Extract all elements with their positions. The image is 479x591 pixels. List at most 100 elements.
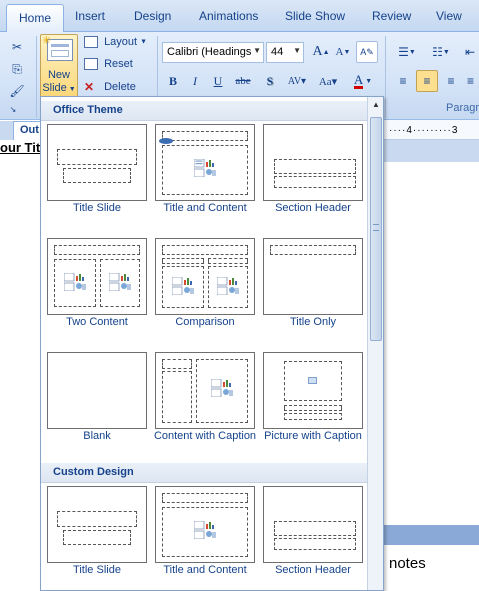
shrink-font-icon[interactable]: A ▼ [332,41,354,63]
new-slide-button[interactable]: ✳ New Slide ▼ [40,34,78,98]
format-painter-icon[interactable]: 🖌 [6,80,28,102]
reset-icon [84,58,98,71]
outline-title-text: our Tit [0,140,41,155]
layout-label: Layout [104,36,138,49]
layout-label: Title Only [289,316,337,328]
delete-label: Delete [104,81,136,93]
layout-section-header[interactable]: Section Header [263,124,363,222]
italic-icon[interactable]: I [185,70,205,92]
content-icons-icon [194,159,216,177]
align-right-icon[interactable]: ≡ [440,70,462,92]
layout-comparison[interactable]: Comparison [155,238,255,336]
underline-icon[interactable]: U [208,70,228,92]
layout-gallery-dropdown: Office Theme Title Slide Title and Conte… [40,96,384,591]
layout-thumbnail [155,486,255,563]
chevron-down-icon: ▼ [253,46,261,55]
content-icons-icon [194,521,216,539]
tab-review[interactable]: Review [372,9,411,23]
justify-icon[interactable]: ≡ [462,70,479,92]
layout-label: Comparison [175,316,235,328]
font-name-value: Calibri (Headings [167,46,252,58]
layout-custom-title-slide[interactable]: Title Slide [47,486,147,584]
align-center-icon[interactable]: ≡ [416,70,438,92]
layout-thumbnail [263,238,363,315]
layout-content-with-caption[interactable]: Content with Caption [154,352,256,450]
notes-splitter[interactable] [383,525,479,545]
layout-two-content[interactable]: Two Content [47,238,147,336]
character-spacing-icon[interactable]: AV▾ [283,70,311,92]
bullets-icon[interactable]: ☰ ▼ [392,41,422,63]
chevron-down-icon: ▼ [140,38,148,46]
placeholder-marker-icon [159,138,173,144]
layout-custom-section-header[interactable]: Section Header [263,486,363,584]
notes-pane[interactable]: notes [383,545,479,591]
layout-thumbnail [47,238,147,315]
section-header-custom-design: Custom Design [41,463,367,483]
font-color-icon[interactable]: A ▼ [348,70,378,92]
clear-formatting-icon[interactable]: A✎ [356,41,378,63]
text-shadow-icon[interactable]: S [260,70,280,92]
layout-thumbnail [263,352,363,429]
grip-icon [373,224,379,231]
scrollbar-thumb[interactable] [370,117,382,341]
outline-pane[interactable] [0,121,44,591]
tab-insert[interactable]: Insert [75,9,105,23]
paragraph-group-label: Paragr [446,102,479,114]
numbering-icon[interactable]: ☷ ▼ [426,41,456,63]
copy-icon[interactable]: ⎘ [6,58,28,80]
tab-design[interactable]: Design [134,9,171,23]
reset-label: Reset [104,58,133,71]
layout-label: Blank [83,430,111,442]
layout-thumbnail [47,124,147,201]
grow-font-icon[interactable]: A ▲ [310,41,332,63]
scroll-up-arrow-icon[interactable]: ▲ [368,97,383,113]
layout-blank[interactable]: Blank [47,352,147,450]
layout-label: Picture with Caption [264,430,362,442]
new-slide-icon: ✳ [42,35,73,61]
layout-title-and-content[interactable]: Title and Content [155,124,255,222]
decrease-indent-icon[interactable]: ⇤ [461,41,479,63]
layout-thumbnail [155,124,255,201]
content-icons-icon [109,273,131,291]
gallery-scrollbar[interactable]: ▲ [367,97,383,590]
layout-picture-with-caption[interactable]: Picture with Caption [263,352,363,450]
cut-icon[interactable]: ✂ [6,36,28,58]
content-icons-icon [172,277,194,295]
layout-label: Content with Caption [153,430,257,442]
tab-slide-show[interactable]: Slide Show [285,9,345,23]
section-header-office-theme: Office Theme [41,101,367,121]
new-slide-label: New [47,69,70,81]
reset-button[interactable]: Reset [84,58,150,76]
notes-text: notes [389,555,426,572]
tab-animations[interactable]: Animations [199,9,258,23]
strikethrough-icon[interactable]: abe [233,70,253,92]
layout-label: Section Header [275,202,351,214]
font-name-combo[interactable]: Calibri (Headings ▼ [162,42,264,63]
font-size-value: 44 [271,46,284,58]
layout-thumbnail [47,486,147,563]
layout-label: Title and Content [163,564,247,576]
clipboard-launcher-icon[interactable]: ↘ [6,102,20,116]
layout-label: Title Slide [73,564,121,576]
picture-icon [308,377,317,384]
layout-label: Two Content [66,316,128,328]
content-icons-icon [64,273,86,291]
layout-title-only[interactable]: Title Only [263,238,363,336]
layout-custom-title-and-content[interactable]: Title and Content [155,486,255,584]
layout-icon [84,36,98,49]
font-size-combo[interactable]: 44 ▼ [266,42,304,63]
tab-home[interactable]: Home [6,4,65,33]
layout-title-slide[interactable]: Title Slide [47,124,147,222]
ribbon-tab-strip: Home Insert Design Animations Slide Show… [0,0,479,33]
align-left-icon[interactable]: ≡ [392,70,414,92]
slide-canvas[interactable] [383,140,479,525]
layout-thumbnail [47,352,147,429]
bold-icon[interactable]: B [163,70,183,92]
layout-thumbnail [155,238,255,315]
layout-label: Title and Content [163,202,247,214]
layout-button[interactable]: Layout ▼ [84,36,150,54]
horizontal-ruler: ····4·········3 [383,120,479,140]
tab-view[interactable]: View [436,9,462,23]
new-slide-label-2: Slide [42,82,67,94]
change-case-icon[interactable]: Aa▾ [314,70,342,92]
